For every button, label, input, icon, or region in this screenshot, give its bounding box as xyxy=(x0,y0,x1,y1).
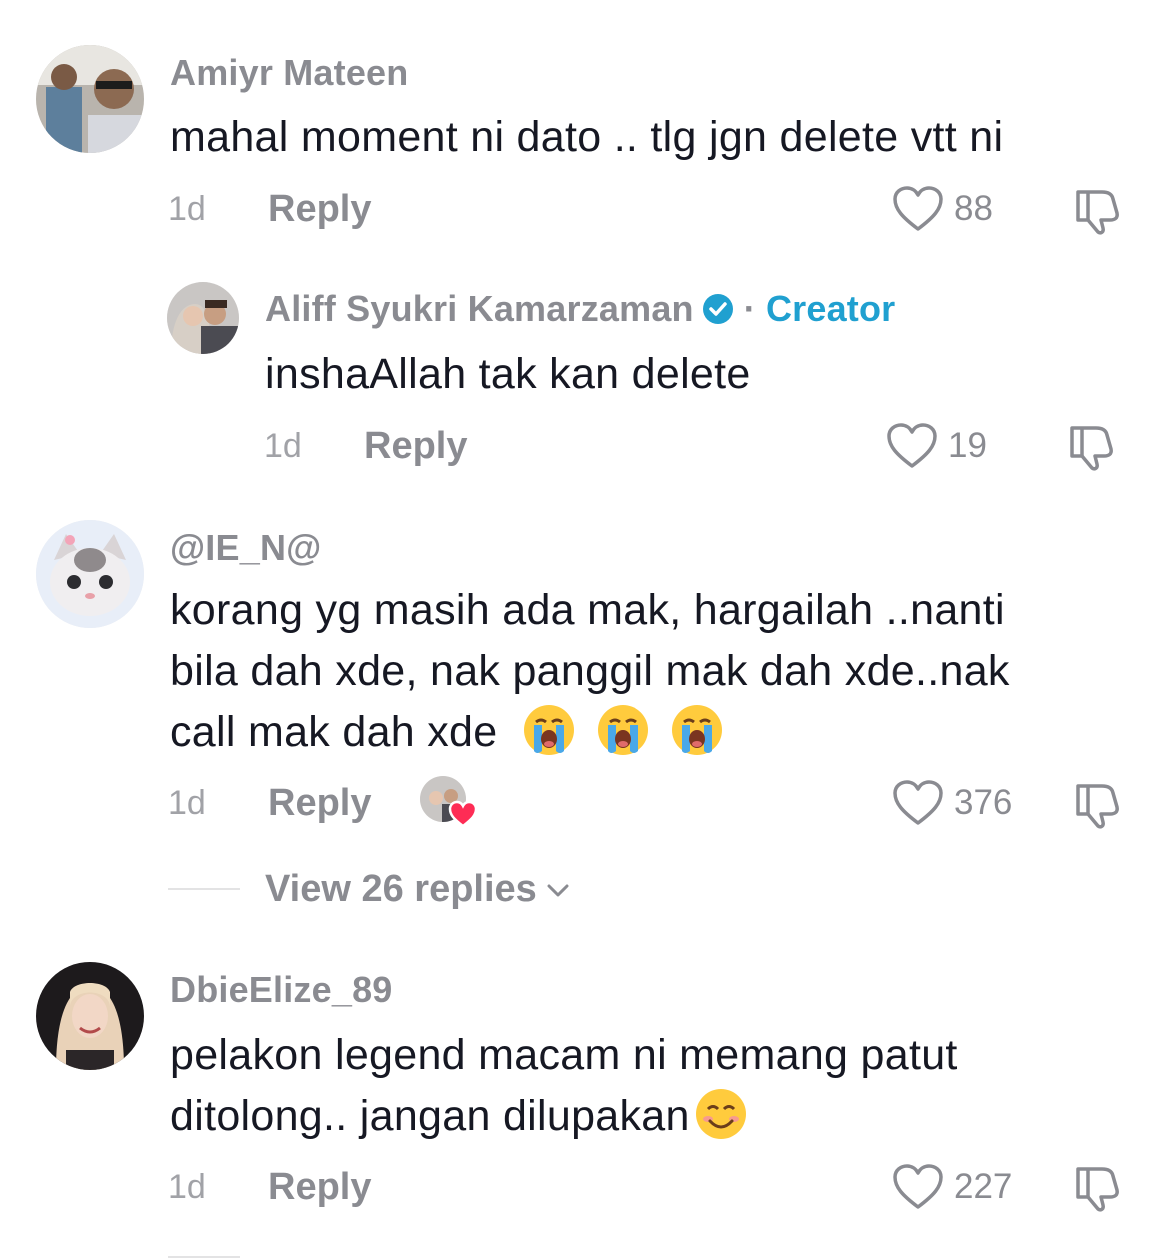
like-button[interactable]: 88 xyxy=(892,185,993,233)
dislike-icon[interactable] xyxy=(1072,1163,1124,1213)
comment-text-line: pelakon legend macam ni memang patut xyxy=(170,1031,958,1079)
comment-text-line-with-emoji: ditolong.. jangan dilupakan xyxy=(170,1086,958,1147)
heart-filled-icon xyxy=(448,800,478,828)
separator-dot: · xyxy=(743,288,756,329)
dislike-icon[interactable] xyxy=(1066,422,1118,472)
divider xyxy=(168,888,240,890)
avatar[interactable] xyxy=(36,520,144,628)
view-replies-button[interactable]: View 26 replies xyxy=(265,868,571,911)
reply-button[interactable]: Reply xyxy=(268,188,371,231)
comment-timestamp: 1d xyxy=(168,1168,206,1206)
comment-username[interactable]: Amiyr Mateen xyxy=(170,52,408,94)
comment-text: korang yg masih ada mak, hargailah ..nan… xyxy=(170,580,1010,763)
creator-label: Creator xyxy=(765,288,896,329)
comment-timestamp: 1d xyxy=(168,784,206,822)
heart-outline-icon xyxy=(893,1164,943,1209)
dislike-icon[interactable] xyxy=(1072,780,1124,830)
comment-text-line: ditolong.. jangan dilupakan xyxy=(170,1092,690,1140)
avatar[interactable] xyxy=(36,45,144,153)
heart-outline-icon xyxy=(893,186,943,231)
comment-text: pelakon legend macam ni memang patut dit… xyxy=(170,1025,958,1147)
comment-timestamp: 1d xyxy=(264,427,302,465)
comment-text: mahal moment ni dato .. tlg jgn delete v… xyxy=(170,113,1004,161)
comment-text-line: call mak dah xde xyxy=(170,708,498,756)
comment-text: inshaAllah tak kan delete xyxy=(265,350,751,398)
heart-outline-icon xyxy=(893,780,943,825)
loudly-crying-face-icon xyxy=(523,704,574,755)
reply-button[interactable]: Reply xyxy=(364,425,467,468)
like-button[interactable]: 227 xyxy=(892,1163,1012,1211)
like-count: 376 xyxy=(954,783,1013,822)
username-text: Aliff Syukri Kamarzaman xyxy=(265,288,694,329)
like-count: 88 xyxy=(954,189,993,228)
avatar[interactable] xyxy=(36,962,144,1070)
verified-badge-icon xyxy=(702,294,733,324)
comment-username[interactable]: Aliff Syukri Kamarzaman · Creator xyxy=(265,288,895,330)
divider xyxy=(168,1256,240,1258)
comment-text-line: bila dah xde, nak panggil mak dah xde..n… xyxy=(170,647,1010,695)
comment-username[interactable]: DbieElize_89 xyxy=(170,969,393,1011)
loudly-crying-face-icon xyxy=(597,704,648,755)
heart-outline-icon xyxy=(887,423,937,468)
view-replies-label: View 26 replies xyxy=(265,868,537,910)
like-button[interactable]: 376 xyxy=(892,779,1012,827)
like-count: 227 xyxy=(954,1167,1013,1206)
creator-liked-badge xyxy=(420,776,478,828)
like-button[interactable]: 19 xyxy=(886,422,987,470)
comment-text-line-with-emoji: call mak dah xde xyxy=(170,702,1010,763)
smiling-face-with-smiling-eyes-icon xyxy=(695,1088,746,1139)
chevron-down-icon xyxy=(547,884,569,896)
dislike-icon[interactable] xyxy=(1072,186,1124,236)
like-count: 19 xyxy=(948,426,987,465)
reply-button[interactable]: Reply xyxy=(268,782,371,825)
loudly-crying-face-icon xyxy=(672,704,723,755)
comment-username[interactable]: @IE_N@ xyxy=(170,527,321,569)
avatar[interactable] xyxy=(167,282,239,354)
comment-text-line: korang yg masih ada mak, hargailah ..nan… xyxy=(170,586,1005,634)
reply-button[interactable]: Reply xyxy=(268,1166,371,1209)
comment-timestamp: 1d xyxy=(168,190,206,228)
